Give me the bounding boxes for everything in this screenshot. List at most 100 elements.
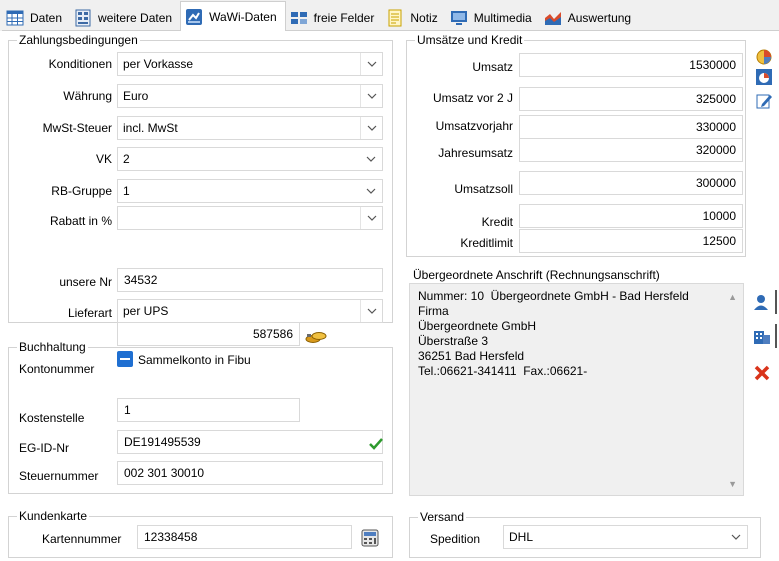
fields-icon — [290, 9, 308, 27]
chevron-down-icon[interactable] — [725, 526, 747, 548]
group-title: Versand — [418, 510, 467, 524]
tab-label: freie Felder — [313, 10, 375, 25]
group-title: Kundenkarte — [17, 509, 90, 523]
tab-wawi-daten[interactable]: WaWi-Daten — [180, 1, 286, 31]
spedition-select[interactable]: DHL — [503, 525, 748, 549]
konditionen-value: per Vorkasse — [123, 57, 194, 71]
check-icon — [364, 432, 388, 456]
jahresumsatz-input[interactable]: 320000 — [519, 138, 743, 162]
divider — [775, 324, 777, 348]
kartennummer-input[interactable]: 12338458 — [137, 525, 352, 549]
umsatzvorjahr-label: Umsatzvorjahr — [435, 119, 513, 133]
tab-label: Multimedia — [473, 10, 532, 25]
building-icon[interactable] — [750, 324, 774, 348]
kredit-label: Kredit — [481, 215, 513, 229]
anschrift-box[interactable]: Nummer: 10 Übergeordnete GmbH - Bad Hers… — [409, 283, 744, 496]
tab-daten[interactable]: Daten — [2, 5, 71, 31]
spedition-value: DHL — [509, 530, 534, 544]
chevron-down-icon[interactable] — [360, 53, 382, 75]
konditionen-select[interactable]: per Vorkasse — [117, 52, 383, 76]
umsatz-vor2-label: Umsatz vor 2 J — [432, 91, 513, 105]
kostenstelle-input[interactable]: 1 — [117, 398, 300, 422]
rbgruppe-value: 1 — [123, 184, 130, 198]
tab-bar: Daten weitere Daten WaWi-Daten freie Fel… — [0, 0, 779, 31]
umsatz-label: Umsatz — [472, 60, 513, 74]
egid-label: EG-ID-Nr — [19, 441, 69, 455]
wawi-icon — [185, 8, 203, 26]
unsere-nr-label: unsere Nr — [59, 275, 112, 289]
tab-label: Notiz — [410, 10, 438, 25]
tab-label: weitere Daten — [98, 10, 173, 25]
lieferart-select[interactable]: per UPS — [117, 299, 383, 323]
monitor-icon — [450, 9, 468, 27]
egid-input[interactable]: DE191495539 — [117, 430, 383, 454]
table-icon — [6, 9, 24, 27]
scroll-up-icon[interactable]: ▲ — [728, 292, 737, 302]
pie-window-icon[interactable] — [752, 65, 776, 89]
chart-icon — [544, 9, 562, 27]
steuernummer-input[interactable]: 002 301 30010 — [117, 461, 383, 485]
divider — [775, 290, 777, 314]
steuernummer-label: Steuernummer — [19, 469, 99, 483]
mwst-value: incl. MwSt — [123, 121, 178, 135]
tab-freie-felder[interactable]: freie Felder — [285, 5, 383, 31]
kontonummer-input[interactable]: 587586 — [117, 322, 300, 346]
umsatz-input[interactable]: 1530000 — [519, 53, 743, 77]
mwst-label: MwSt-Steuer — [42, 121, 112, 135]
chevron-down-icon[interactable] — [360, 148, 382, 170]
vk-select[interactable]: 2 — [117, 147, 383, 171]
sammelkonto-label: Sammelkonto in Fibu — [138, 353, 251, 367]
rabatt-select[interactable] — [117, 206, 383, 230]
tab-label: Auswertung — [567, 10, 632, 25]
lieferart-label: Lieferart — [67, 306, 112, 320]
waehrung-select[interactable]: Euro — [117, 84, 383, 108]
lieferart-value: per UPS — [123, 304, 169, 318]
chevron-down-icon[interactable] — [360, 207, 382, 229]
umsatzvorjahr-input[interactable]: 330000 — [519, 115, 743, 139]
group-title: Umsätze und Kredit — [415, 33, 525, 47]
chevron-down-icon[interactable] — [360, 85, 382, 107]
chevron-down-icon[interactable] — [360, 300, 382, 322]
anschrift-text: Nummer: 10 Übergeordnete GmbH - Bad Hers… — [418, 289, 689, 378]
scroll-down-icon[interactable]: ▼ — [728, 479, 737, 489]
umsatz-vor2-input[interactable]: 325000 — [519, 87, 743, 111]
chevron-down-icon[interactable] — [360, 117, 382, 139]
card-calculator-icon[interactable] — [358, 526, 382, 550]
grid-icon — [74, 9, 92, 27]
group-title: Zahlungsbedingungen — [17, 33, 140, 47]
tab-label: Daten — [30, 10, 63, 25]
group-title: Buchhaltung — [17, 340, 88, 354]
coins-icon[interactable] — [304, 325, 328, 349]
kredit-input[interactable]: 10000 — [519, 204, 743, 228]
tab-auswertung[interactable]: Auswertung — [539, 5, 640, 31]
person-icon[interactable] — [750, 290, 774, 314]
tab-multimedia[interactable]: Multimedia — [445, 5, 540, 31]
sammelkonto-checkbox[interactable] — [117, 351, 133, 367]
mwst-select[interactable]: incl. MwSt — [117, 116, 383, 140]
umsatzsoll-input[interactable]: 300000 — [519, 171, 743, 195]
delete-icon[interactable] — [750, 361, 774, 385]
kartennummer-label: Kartennummer — [42, 532, 122, 546]
rbgruppe-select[interactable]: 1 — [117, 179, 383, 203]
chevron-down-icon[interactable] — [360, 180, 382, 202]
kreditlimit-input[interactable]: 12500 — [519, 229, 743, 253]
rabatt-label: Rabatt in % — [49, 214, 112, 228]
rbgruppe-label: RB-Gruppe — [51, 184, 112, 198]
waehrung-label: Währung — [63, 89, 112, 103]
vk-value: 2 — [123, 152, 130, 166]
tab-label: WaWi-Daten — [209, 9, 277, 24]
unsere-nr-input[interactable]: 34532 — [117, 268, 383, 292]
kontonummer-label: Kontonummer — [19, 362, 95, 376]
edit-icon[interactable] — [752, 89, 776, 113]
tab-weitere-daten[interactable]: weitere Daten — [70, 5, 181, 31]
tab-notiz[interactable]: Notiz — [382, 5, 446, 31]
waehrung-value: Euro — [123, 89, 149, 103]
anschrift-title: Übergeordnete Anschrift (Rechnungsanschr… — [413, 268, 660, 282]
spedition-label: Spedition — [430, 532, 481, 546]
kostenstelle-label: Kostenstelle — [19, 411, 85, 425]
konditionen-label: Konditionen — [48, 57, 112, 71]
note-icon — [386, 9, 404, 27]
vk-label: VK — [95, 152, 112, 166]
jahresumsatz-label: Jahresumsatz — [438, 146, 513, 160]
umsatzsoll-label: Umsatzsoll — [454, 182, 513, 196]
